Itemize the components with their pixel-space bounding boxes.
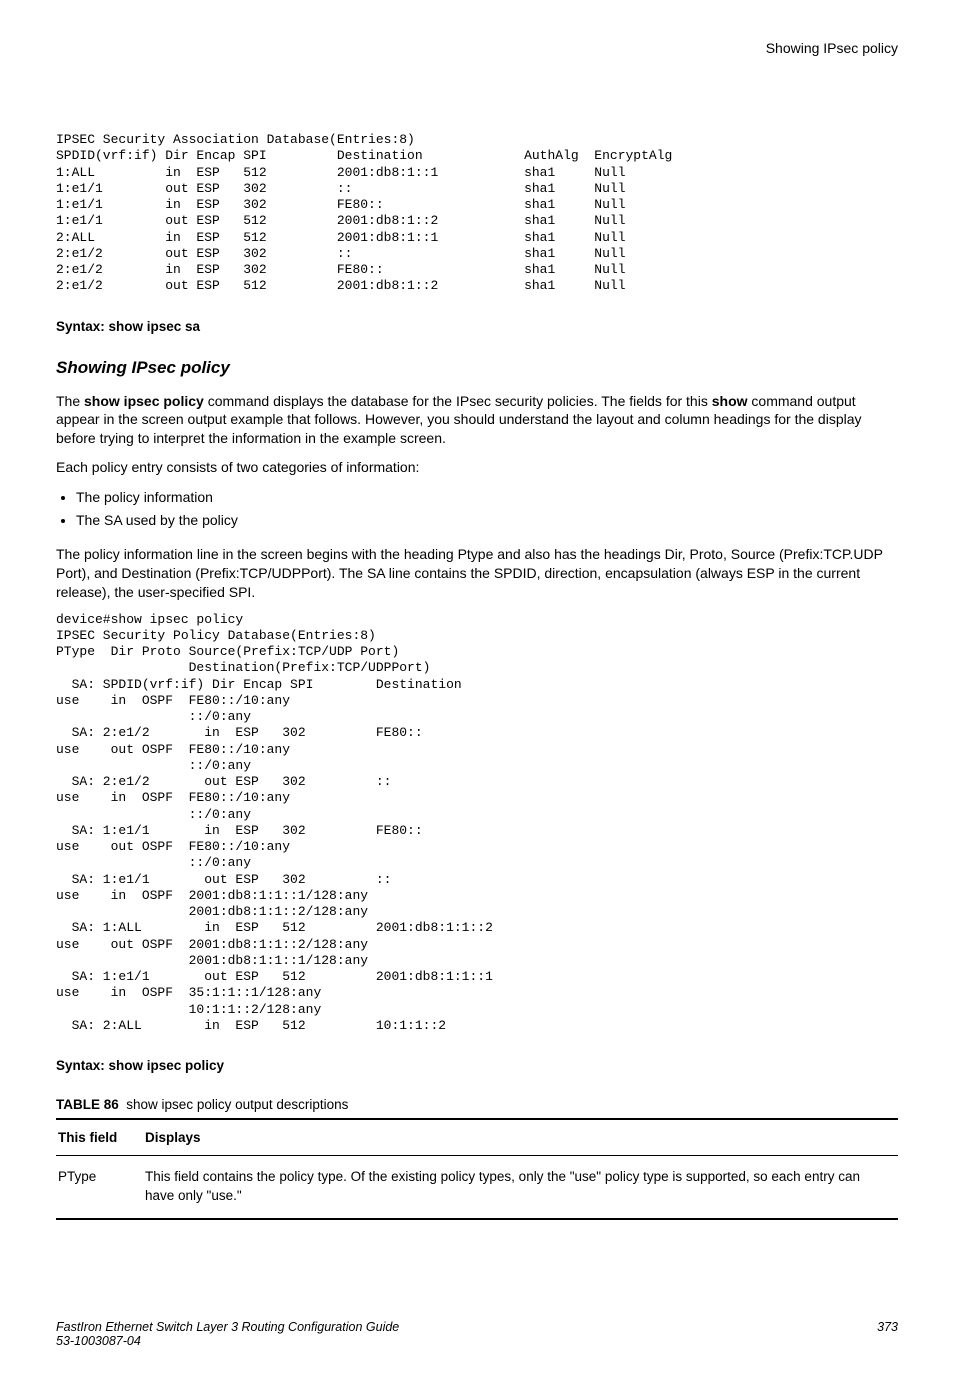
table-title-text: show ipsec policy output descriptions <box>126 1097 348 1112</box>
table-number: TABLE 86 <box>56 1097 119 1112</box>
cell-field: PType <box>56 1156 143 1219</box>
table-row: PType This field contains the policy typ… <box>56 1156 898 1219</box>
col-displays: Displays <box>143 1119 898 1156</box>
syntax-sa: Syntax: show ipsec sa <box>56 319 898 334</box>
page-number: 373 <box>877 1320 898 1348</box>
footer-left: FastIron Ethernet Switch Layer 3 Routing… <box>56 1320 399 1348</box>
para1-pre: The <box>56 393 84 409</box>
doc-title: FastIron Ethernet Switch Layer 3 Routing… <box>56 1320 399 1334</box>
ipsec-policy-output: device#show ipsec policy IPSEC Security … <box>56 612 898 1035</box>
cmd-show: show <box>712 393 748 409</box>
para-categories: Each policy entry consists of two catego… <box>56 458 898 477</box>
section-heading: Showing IPsec policy <box>56 358 898 378</box>
list-item: The policy information <box>76 487 898 508</box>
ipsec-sa-output: IPSEC Security Association Database(Entr… <box>56 132 898 295</box>
table-caption: TABLE 86 show ipsec policy output descri… <box>56 1097 898 1112</box>
para-intro: The show ipsec policy command displays t… <box>56 392 898 449</box>
list-item: The SA used by the policy <box>76 510 898 531</box>
para1-mid: command displays the database for the IP… <box>204 393 712 409</box>
syntax-policy: Syntax: show ipsec policy <box>56 1058 898 1073</box>
doc-number: 53-1003087-04 <box>56 1334 141 1348</box>
bullet-list: The policy information The SA used by th… <box>56 487 898 531</box>
output-description-table: This field Displays PType This field con… <box>56 1118 898 1220</box>
cell-desc: This field contains the policy type. Of … <box>143 1156 898 1219</box>
col-this-field: This field <box>56 1119 143 1156</box>
page-section-title: Showing IPsec policy <box>56 40 898 56</box>
para-policy-info: The policy information line in the scree… <box>56 545 898 602</box>
page-footer: FastIron Ethernet Switch Layer 3 Routing… <box>56 1320 898 1348</box>
cmd-show-ipsec-policy: show ipsec policy <box>84 393 204 409</box>
